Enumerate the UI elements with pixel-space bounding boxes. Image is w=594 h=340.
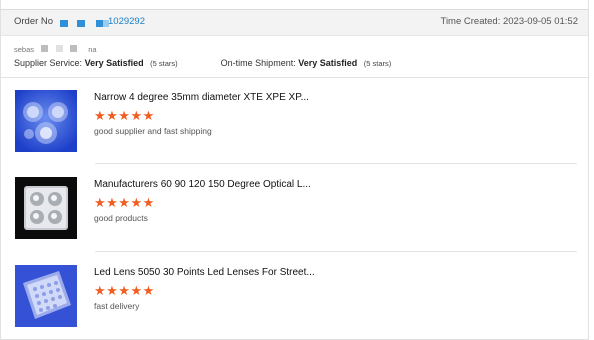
supplier-service-label: Supplier Service: xyxy=(14,58,83,68)
review-item: Narrow 4 degree 35mm diameter XTE XPE XP… xyxy=(15,90,575,152)
review-text: good products xyxy=(94,213,148,223)
redaction-block xyxy=(70,45,78,52)
supplier-service-value: Very Satisfied xyxy=(84,58,144,68)
shipment-label: On-time Shipment: xyxy=(220,58,296,68)
order-label: Order No xyxy=(14,16,54,27)
store-ratings: Supplier Service: Very Satisfied (5 star… xyxy=(14,58,391,68)
order-number-link[interactable]: 1029292 xyxy=(108,16,145,27)
star-rating: ★★★★★ xyxy=(94,195,155,210)
redaction-block xyxy=(41,45,49,52)
redaction-block xyxy=(56,45,64,52)
buyer-name-start: sebas xyxy=(14,45,35,54)
time-created: Time Created: 2023-09-05 01:52 xyxy=(441,16,579,27)
redaction-block xyxy=(60,20,68,27)
street-light-lens-panel-icon[interactable] xyxy=(15,265,77,327)
shipment-stars: (5 stars) xyxy=(363,59,392,68)
product-title-link[interactable]: Narrow 4 degree 35mm diameter XTE XPE XP… xyxy=(94,92,309,103)
buyer-name-end: na xyxy=(88,45,97,54)
review-item: Led Lens 5050 30 Points Led Lenses For S… xyxy=(15,265,575,327)
shipment-value: Very Satisfied xyxy=(298,58,358,68)
supplier-service-stars: (5 stars) xyxy=(150,59,178,68)
time-created-value: 2023-09-05 01:52 xyxy=(502,16,578,27)
item-divider xyxy=(95,163,577,164)
review-text: good supplier and fast shipping xyxy=(94,126,212,136)
buyer-name-redaction xyxy=(36,44,86,52)
redaction-block xyxy=(96,20,103,27)
section-divider xyxy=(1,77,588,78)
clear-led-lens-cluster-icon[interactable] xyxy=(15,90,77,152)
order-header: Order No 1029292 Time Created: 2023-09-0… xyxy=(1,9,588,36)
buyer-name: sebas na xyxy=(14,44,97,54)
product-title-link[interactable]: Manufacturers 60 90 120 150 Degree Optic… xyxy=(94,179,311,190)
item-divider xyxy=(95,251,577,252)
order-review-card: Order No 1029292 Time Created: 2023-09-0… xyxy=(0,0,589,340)
redaction-block xyxy=(77,20,85,27)
review-item: Manufacturers 60 90 120 150 Degree Optic… xyxy=(15,177,575,239)
star-rating: ★★★★★ xyxy=(94,108,155,123)
review-text: fast delivery xyxy=(94,301,140,311)
star-rating: ★★★★★ xyxy=(94,283,155,298)
order-number-redaction xyxy=(60,20,110,28)
time-created-label: Time Created: xyxy=(440,16,501,27)
product-title-link[interactable]: Led Lens 5050 30 Points Led Lenses For S… xyxy=(94,267,315,278)
square-4-lens-array-icon[interactable] xyxy=(15,177,77,239)
